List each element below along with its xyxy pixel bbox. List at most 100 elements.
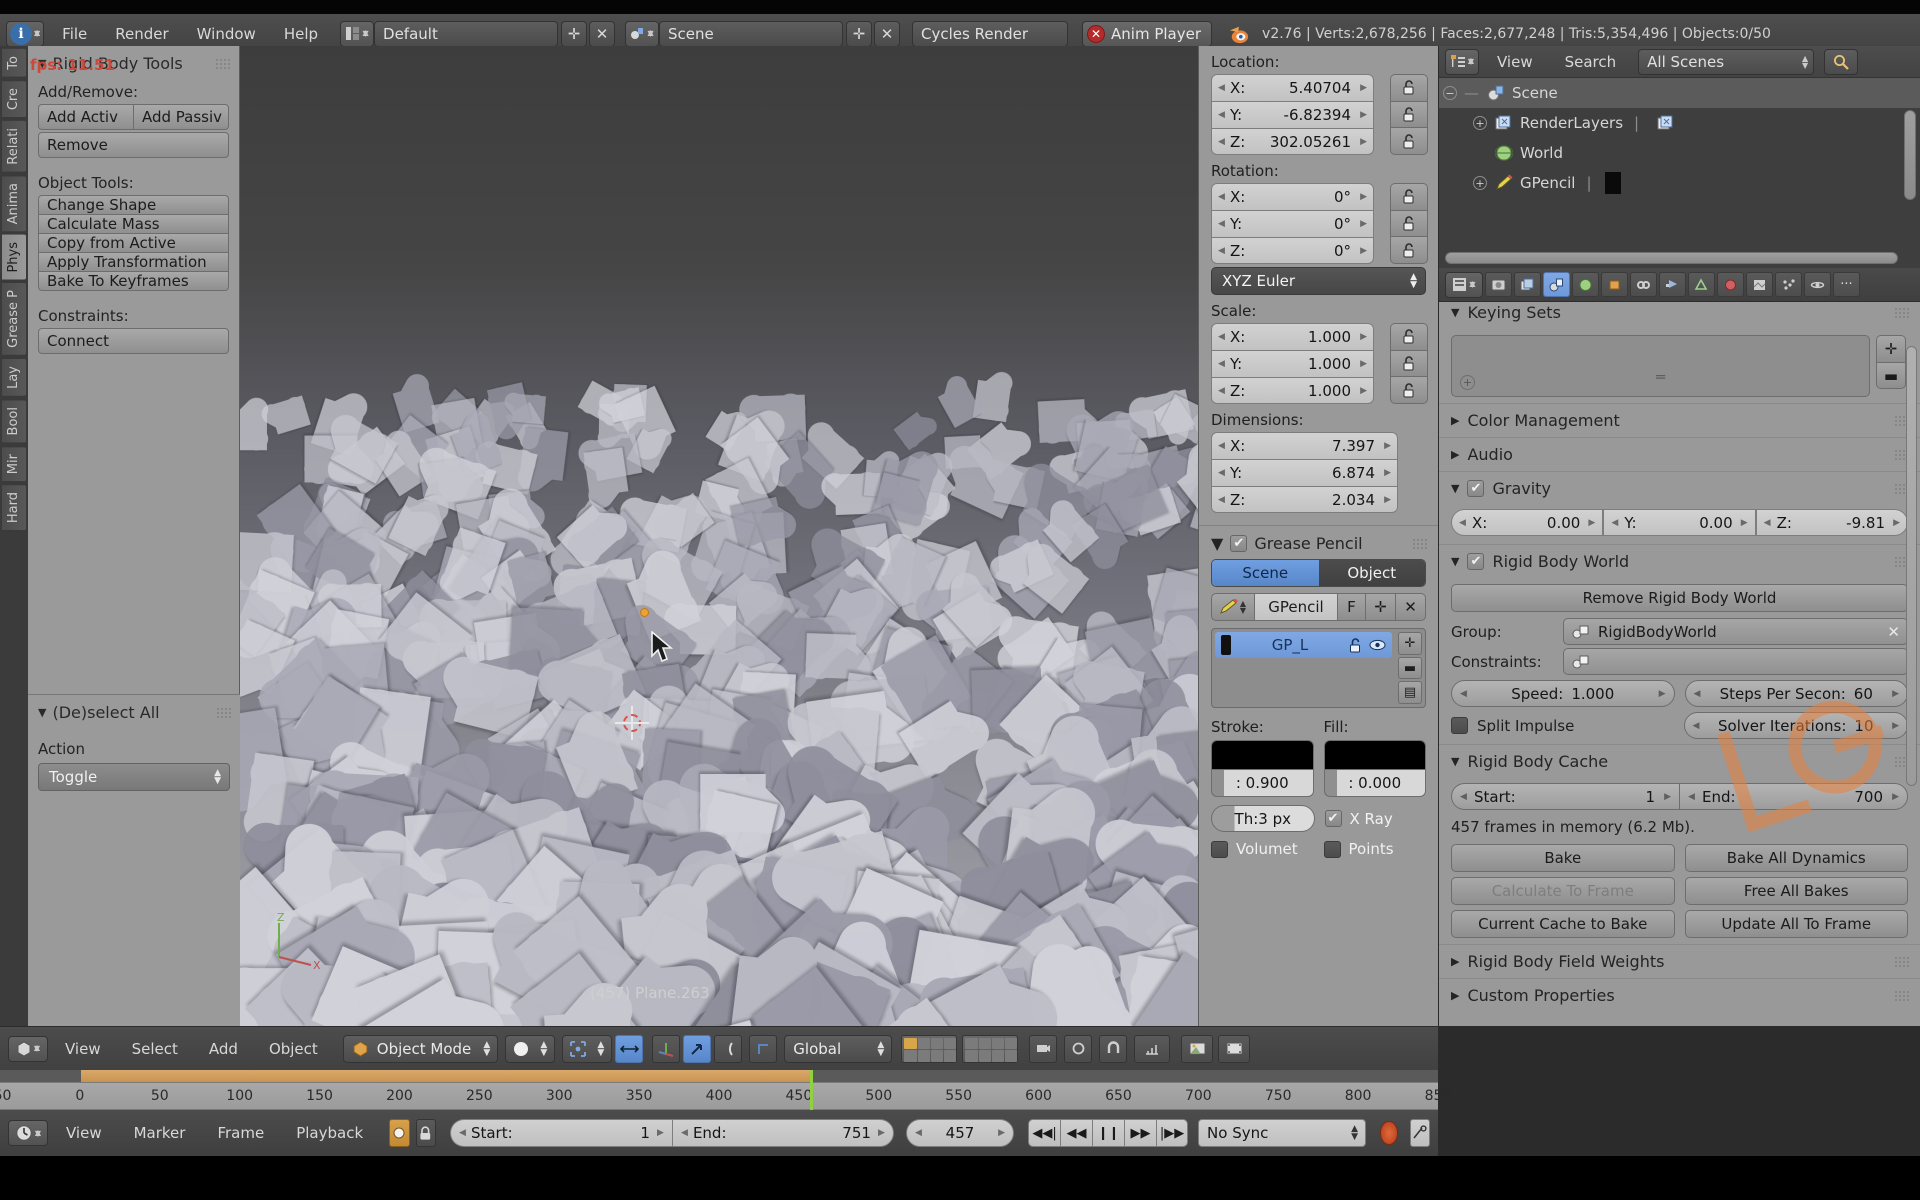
- lock-location-z-toggle[interactable]: [1390, 127, 1428, 156]
- list-item[interactable]: − — Scene: [1439, 78, 1920, 108]
- manipulator-translate-mode[interactable]: [683, 1034, 712, 1063]
- next-keyframe-button[interactable]: ▶▶: [1124, 1119, 1157, 1147]
- increment-icon[interactable]: ▶: [1360, 386, 1367, 396]
- grease-pencil-enable-checkbox[interactable]: ✔: [1230, 535, 1248, 552]
- transform-orientation-select[interactable]: Global ▲ ▼: [784, 1034, 893, 1063]
- delete-layout-button[interactable]: ✕: [589, 20, 616, 47]
- layer-cell[interactable]: [930, 1037, 944, 1049]
- decrement-icon[interactable]: ◀: [1693, 721, 1700, 731]
- viewport-menu-add[interactable]: Add: [195, 1037, 252, 1061]
- increment-icon[interactable]: ▶: [1659, 689, 1666, 699]
- tab-physics[interactable]: [1804, 272, 1831, 297]
- sidebar-item-tools[interactable]: To: [1, 48, 27, 78]
- increment-icon[interactable]: ▶: [1360, 246, 1367, 256]
- xray-checkbox[interactable]: ✔: [1324, 810, 1342, 827]
- layer-cell[interactable]: [904, 1037, 917, 1049]
- steps-per-second-field[interactable]: ◀ Steps Per Secon: 60 ▶: [1684, 680, 1908, 707]
- bake-all-dynamics-button[interactable]: Bake All Dynamics: [1684, 844, 1908, 872]
- delete-scene-button[interactable]: ✕: [874, 20, 901, 47]
- increment-icon[interactable]: ▶: [1360, 359, 1367, 369]
- timeline-end-field[interactable]: ◀ End: 751 ▶: [671, 1119, 894, 1147]
- new-scene-button[interactable]: ✛: [846, 20, 873, 47]
- tab-constraints[interactable]: [1630, 272, 1657, 297]
- free-all-bakes-button[interactable]: Free All Bakes: [1684, 877, 1908, 905]
- layer-cell[interactable]: [930, 1050, 944, 1062]
- increment-icon[interactable]: ▶: [998, 1128, 1005, 1138]
- tab-data[interactable]: [1688, 272, 1715, 297]
- tab-render[interactable]: [1485, 272, 1512, 297]
- rigid-body-field-weights-header[interactable]: ▶ Rigid Body Field Weights: [1439, 944, 1920, 978]
- layer-cell[interactable]: [944, 1037, 957, 1049]
- location-y-field[interactable]: ◀ Y: -6.82394 ▶: [1211, 101, 1374, 128]
- tab-scene[interactable]: [1543, 272, 1570, 297]
- decrement-icon[interactable]: ◀: [1460, 792, 1467, 802]
- stroke-alpha-slider[interactable]: : 0.900: [1211, 770, 1314, 797]
- decrement-icon[interactable]: ◀: [1688, 792, 1695, 802]
- timeline-menu-playback[interactable]: Playback: [282, 1121, 377, 1145]
- anim-player-indicator[interactable]: ✕ Anim Player: [1082, 20, 1213, 47]
- decrement-icon[interactable]: ◀: [1218, 495, 1225, 505]
- sidebar-item-layers[interactable]: Lay: [1, 358, 27, 398]
- rigid-body-world-enable-checkbox[interactable]: ✔: [1467, 553, 1485, 570]
- keyframe-type-button[interactable]: [1409, 1119, 1430, 1147]
- add-keying-set-inline-icon[interactable]: +: [1460, 375, 1475, 390]
- search-icon[interactable]: [1824, 48, 1859, 75]
- scene-layers-grid[interactable]: [901, 1034, 958, 1063]
- tab-extra-1[interactable]: ···: [1833, 272, 1860, 297]
- rotation-x-field[interactable]: ◀ X: 0° ▶: [1211, 183, 1374, 210]
- sidebar-item-grease-pencil[interactable]: Grease P: [1, 282, 27, 357]
- render-engine-selector[interactable]: Cycles Render: [912, 20, 1069, 47]
- add-layer-button[interactable]: ✛: [1398, 632, 1422, 655]
- screen-layout-name[interactable]: Default: [374, 20, 559, 47]
- gpencil-datablock-icon[interactable]: ▲ ▼: [1211, 593, 1255, 621]
- 3d-viewport[interactable]: Z X (457) Plane.263: [240, 46, 1198, 1026]
- gravity-y-field[interactable]: ◀ Y: 0.00 ▶: [1603, 509, 1756, 536]
- group-field[interactable]: RigidBodyWorld ✕: [1563, 618, 1908, 645]
- decrement-icon[interactable]: ◀: [1611, 518, 1618, 528]
- menu-help[interactable]: Help: [270, 22, 332, 46]
- decrement-icon[interactable]: ◀: [1459, 518, 1466, 528]
- expand-icon[interactable]: +: [1473, 176, 1487, 190]
- gravity-header[interactable]: ▼ ✔ Gravity: [1439, 471, 1920, 505]
- change-shape-button[interactable]: Change Shape: [38, 195, 229, 214]
- screen-layout-selector-icon[interactable]: ▲ ▼: [340, 20, 375, 47]
- add-layout-button[interactable]: ✛: [561, 20, 588, 47]
- decrement-icon[interactable]: ◀: [1694, 689, 1701, 699]
- add-passive-button[interactable]: Add Passiv: [133, 104, 229, 130]
- jump-to-start-button[interactable]: ◀◀|: [1028, 1119, 1061, 1147]
- decrement-icon[interactable]: ◀: [1218, 110, 1225, 120]
- viewport-menu-object[interactable]: Object: [255, 1037, 332, 1061]
- tab-texture[interactable]: [1746, 272, 1773, 297]
- stroke-color-swatch[interactable]: [1211, 740, 1314, 770]
- cache-end-field[interactable]: ◀ End: 700 ▶: [1679, 783, 1908, 810]
- scale-z-field[interactable]: ◀ Z: 1.000 ▶: [1211, 377, 1374, 404]
- outliner-horizontal-scrollbar[interactable]: [1445, 252, 1898, 264]
- sidebar-item-animation[interactable]: Anima: [1, 174, 27, 232]
- opengl-render-button[interactable]: [1181, 1034, 1214, 1063]
- decrement-icon[interactable]: ◀: [915, 1128, 922, 1138]
- speed-field[interactable]: ◀ Speed: 1.000 ▶: [1451, 680, 1675, 707]
- layer-cell[interactable]: [917, 1037, 930, 1049]
- keying-sets-header[interactable]: ▼ Keying Sets: [1439, 302, 1920, 329]
- fake-user-toggle[interactable]: F: [1338, 593, 1366, 621]
- volumetric-checkbox[interactable]: [1211, 840, 1228, 858]
- increment-icon[interactable]: ▶: [1892, 689, 1899, 699]
- auto-keyframe-toggle[interactable]: [389, 1119, 410, 1147]
- timeline-menu-view[interactable]: View: [52, 1121, 116, 1145]
- pivot-point-select[interactable]: ▲ ▼: [562, 1034, 613, 1063]
- tab-object[interactable]: [1601, 272, 1628, 297]
- layer-cell[interactable]: [978, 1050, 991, 1062]
- decrement-icon[interactable]: ◀: [1218, 219, 1225, 229]
- increment-icon[interactable]: ▶: [878, 1128, 885, 1138]
- sync-mode-select[interactable]: No Sync ▲ ▼: [1198, 1119, 1367, 1147]
- current-frame-field[interactable]: ◀ 457 ▶: [905, 1119, 1015, 1147]
- manipulator-rotate-mode[interactable]: [714, 1034, 743, 1063]
- editor-type-outliner-button[interactable]: ▲ ▼: [1445, 48, 1479, 75]
- rotation-mode-select[interactable]: XYZ Euler ▲ ▼: [1211, 267, 1426, 295]
- increment-icon[interactable]: ▶: [1384, 441, 1391, 451]
- close-icon[interactable]: ✕: [1087, 24, 1106, 43]
- lock-rotation-x-toggle[interactable]: [1390, 183, 1428, 210]
- color-management-header[interactable]: ▶ Color Management: [1439, 403, 1920, 437]
- calculate-mass-button[interactable]: Calculate Mass: [38, 214, 229, 233]
- editor-type-timeline-button[interactable]: ▲ ▼: [8, 1120, 48, 1146]
